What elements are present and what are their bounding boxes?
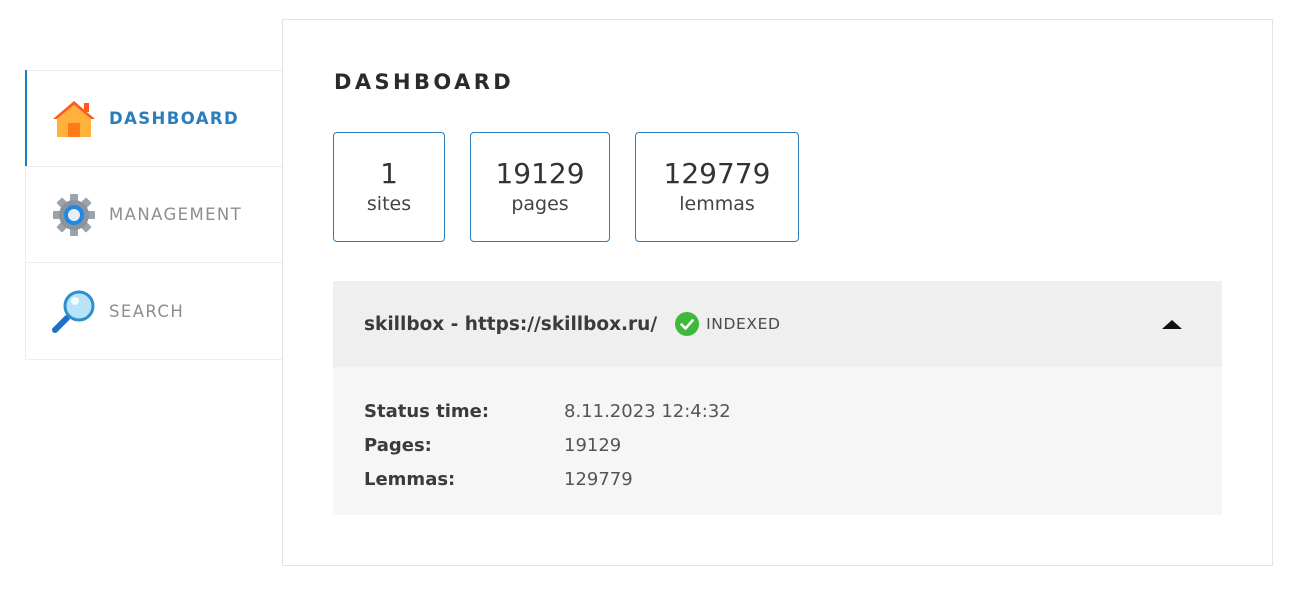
sidebar-item-dashboard[interactable]: DASHBOARD	[25, 70, 282, 167]
sidebar-item-label: SEARCH	[109, 301, 185, 321]
stat-value: 1	[380, 156, 398, 190]
stat-card-lemmas: 129779 lemmas	[635, 132, 799, 242]
dashboard-panel: DASHBOARD 1 sites 19129 pages 129779 lem…	[282, 19, 1273, 566]
sidebar: DASHBOARD MANAGEMENT SEARCH	[25, 70, 282, 360]
detail-value: 8.11.2023 12:4:32	[564, 400, 731, 422]
check-circle-icon	[675, 312, 700, 336]
detail-row-lemmas: Lemmas: 129779	[364, 462, 1222, 496]
sidebar-item-search[interactable]: SEARCH	[26, 263, 282, 359]
detail-key: Pages:	[364, 434, 432, 456]
site-accordion-header[interactable]: skillbox - https://skillbox.ru/ INDEXED	[333, 281, 1222, 367]
stat-label: lemmas	[679, 193, 755, 216]
site-details: Status time: 8.11.2023 12:4:32 Pages: 19…	[333, 367, 1222, 515]
status-badge: INDEXED	[675, 312, 780, 336]
sidebar-item-label: MANAGEMENT	[109, 205, 243, 224]
detail-key: Status time:	[364, 400, 490, 422]
magnifier-icon	[51, 288, 97, 334]
sidebar-item-label: DASHBOARD	[109, 109, 240, 128]
stat-label: sites	[366, 193, 412, 216]
gear-icon	[51, 192, 97, 238]
home-icon	[51, 96, 97, 142]
site-accordion: skillbox - https://skillbox.ru/ INDEXED …	[333, 281, 1222, 515]
stat-value: 129779	[663, 156, 771, 190]
collapse-arrow-icon[interactable]	[1162, 319, 1182, 329]
detail-key: Lemmas:	[364, 468, 456, 490]
site-name: skillbox - https://skillbox.ru/	[364, 313, 658, 335]
detail-row-status-time: Status time: 8.11.2023 12:4:32	[364, 394, 1222, 428]
status-text: INDEXED	[706, 315, 781, 333]
stat-card-sites: 1 sites	[333, 132, 445, 242]
detail-row-pages: Pages: 19129	[364, 428, 1222, 462]
detail-value: 129779	[564, 468, 633, 490]
stat-card-pages: 19129 pages	[470, 132, 610, 242]
stat-value: 19129	[495, 156, 585, 190]
page-title: DASHBOARD	[334, 70, 515, 94]
sidebar-item-management[interactable]: MANAGEMENT	[26, 167, 282, 263]
detail-value: 19129	[564, 434, 622, 456]
stat-label: pages	[511, 193, 569, 216]
stats-row: 1 sites 19129 pages 129779 lemmas	[333, 132, 824, 242]
